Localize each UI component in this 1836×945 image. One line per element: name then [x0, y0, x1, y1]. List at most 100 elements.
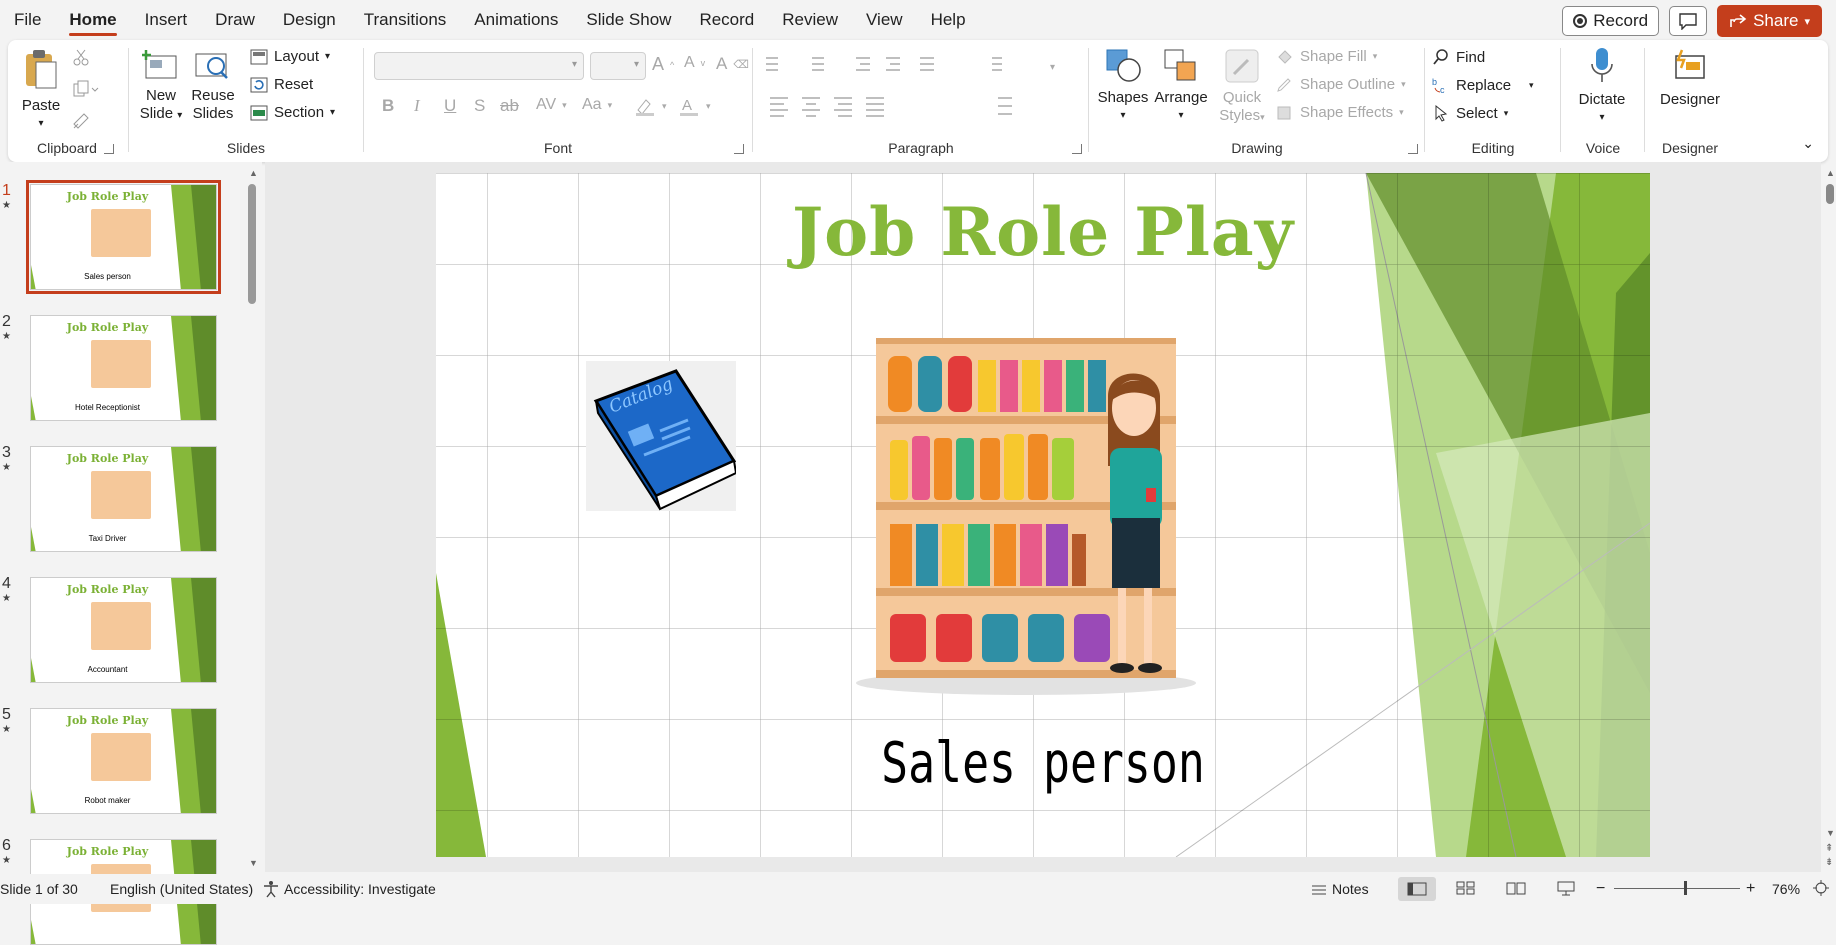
- menu-animations[interactable]: Animations: [460, 0, 572, 40]
- quick-styles-label: Quick: [1222, 89, 1262, 106]
- menu-view[interactable]: View: [852, 0, 917, 40]
- layout-button[interactable]: Layout ▾: [250, 48, 330, 65]
- menu-record[interactable]: Record: [685, 0, 768, 40]
- menu-slide-show[interactable]: Slide Show: [572, 0, 685, 40]
- cut-button[interactable]: [72, 48, 90, 66]
- new-slide-icon: [141, 50, 177, 79]
- notes-icon: [1312, 885, 1326, 895]
- menu-transitions[interactable]: Transitions: [350, 0, 461, 40]
- clear-format-icon[interactable]: A ⌫: [716, 54, 749, 74]
- slide-title[interactable]: Job Role Play: [436, 193, 1650, 271]
- section-button[interactable]: Section ▾: [250, 104, 335, 121]
- reuse-slides-button[interactable]: Reuse Slides: [188, 48, 238, 123]
- decrease-font-icon[interactable]: Av: [684, 54, 705, 72]
- font-launcher-icon[interactable]: [734, 144, 744, 154]
- shop-shelf-image[interactable]: [846, 338, 1206, 698]
- thumbnail-picture: [91, 471, 151, 519]
- previous-slide-icon[interactable]: ⇞: [1825, 843, 1833, 854]
- drawing-launcher-icon[interactable]: [1408, 144, 1418, 154]
- slide-thumbnail[interactable]: Job Role Play Sales person: [26, 180, 221, 294]
- font-size-field[interactable]: ▾: [590, 52, 646, 80]
- zoom-slider-thumb[interactable]: [1684, 881, 1687, 895]
- designer-button[interactable]: Designer: [1654, 46, 1726, 109]
- replace-button[interactable]: b c Replace ▾: [1432, 76, 1534, 95]
- notes-label: Notes: [1332, 881, 1369, 897]
- new-slide-button[interactable]: New Slide ▾: [136, 48, 186, 125]
- shadow-button[interactable]: S: [474, 96, 485, 116]
- strikethrough-button[interactable]: ab: [500, 96, 519, 116]
- copy-button[interactable]: [72, 80, 100, 98]
- reset-icon: [250, 77, 268, 92]
- comment-icon: [1679, 13, 1697, 30]
- find-label: Find: [1456, 48, 1486, 66]
- menu-help[interactable]: Help: [917, 0, 980, 40]
- paste-button[interactable]: Paste ▾: [16, 48, 66, 133]
- accessibility-button[interactable]: Accessibility: Investigate: [262, 880, 436, 898]
- shape-outline-button[interactable]: Shape Outline ▾: [1276, 76, 1406, 93]
- notes-button[interactable]: Notes: [1310, 881, 1369, 897]
- quick-styles-button[interactable]: Quick Styles▾: [1214, 46, 1270, 126]
- zoom-level[interactable]: 76%: [1772, 881, 1800, 897]
- zoom-in-button[interactable]: +: [1746, 880, 1755, 898]
- thumbnail-caption: Sales person: [84, 272, 131, 281]
- underline-button[interactable]: U: [444, 96, 456, 116]
- slide-thumbnail[interactable]: Job Role Play Robot maker: [30, 708, 217, 814]
- menu-insert[interactable]: Insert: [131, 0, 202, 40]
- shapes-button[interactable]: Shapes ▾: [1096, 46, 1150, 125]
- highlight-button[interactable]: ▾: [634, 96, 667, 116]
- next-slide-icon[interactable]: ⇟: [1825, 857, 1833, 868]
- thumbnail-scrollbar[interactable]: ▲ ▼: [247, 168, 258, 868]
- italic-button[interactable]: I: [414, 96, 420, 116]
- slide-subtitle[interactable]: Sales person: [557, 731, 1528, 796]
- paragraph-launcher-icon[interactable]: [1072, 144, 1082, 154]
- thumbnail-pane: 1 ★ Job Role Play Sales person 2 ★ Job Role Pl…: [0, 162, 262, 945]
- collapse-ribbon-icon[interactable]: ⌄: [1802, 135, 1814, 152]
- comments-button[interactable]: [1669, 6, 1708, 36]
- slide-canvas[interactable]: Job Role Play Catalog Sales person: [436, 173, 1650, 857]
- menu-review[interactable]: Review: [768, 0, 852, 40]
- bold-button[interactable]: B: [382, 96, 394, 116]
- slide-scrollbar[interactable]: ▲ ▼ ⇞ ⇟: [1824, 168, 1836, 868]
- thumbnail-title: Job Role Play: [66, 845, 149, 858]
- increase-font-icon[interactable]: A ^: [652, 54, 674, 75]
- normal-view-button[interactable]: [1398, 877, 1436, 901]
- format-painter-button[interactable]: [72, 112, 92, 130]
- clipboard-launcher-icon[interactable]: [104, 144, 114, 154]
- menu-home[interactable]: Home: [55, 0, 130, 40]
- dictate-button[interactable]: Dictate ▾: [1568, 46, 1636, 127]
- menu-file[interactable]: File: [0, 0, 55, 40]
- record-icon: [1573, 14, 1588, 28]
- select-button[interactable]: Select ▾: [1432, 104, 1508, 122]
- arrange-button[interactable]: Arrange ▾: [1152, 46, 1210, 125]
- fit-slide-button[interactable]: [1812, 879, 1830, 900]
- zoom-slider[interactable]: [1614, 881, 1740, 895]
- menu-design[interactable]: Design: [269, 0, 350, 40]
- separator: [1560, 48, 1561, 152]
- shape-outline-label: Shape Outline: [1300, 76, 1396, 93]
- slide-sorter-button[interactable]: [1456, 881, 1476, 898]
- language-indicator[interactable]: English (United States): [110, 881, 253, 897]
- voice-label: Voice: [1585, 140, 1621, 156]
- slide-thumbnail[interactable]: Job Role Play Accountant: [30, 577, 217, 683]
- find-button[interactable]: Find: [1432, 48, 1485, 66]
- replace-icon: bc: [1432, 77, 1445, 94]
- slide-thumbnail[interactable]: Job Role Play Hotel Receptionist: [30, 315, 217, 421]
- font-name-field[interactable]: ▾: [374, 52, 584, 80]
- separator: [1424, 48, 1425, 152]
- zoom-out-button[interactable]: −: [1596, 880, 1605, 898]
- change-case-button[interactable]: Aa ▾: [582, 96, 612, 114]
- shape-fill-button[interactable]: Shape Fill ▾: [1276, 48, 1377, 65]
- record-button[interactable]: Record: [1562, 6, 1660, 36]
- slide-thumbnail[interactable]: Job Role Play Taxi Driver: [30, 446, 217, 552]
- slideshow-button[interactable]: [1556, 880, 1576, 899]
- menu-draw[interactable]: Draw: [201, 0, 269, 40]
- share-button[interactable]: Share ▾: [1717, 5, 1822, 37]
- char-spacing-button[interactable]: AV ▾: [536, 96, 567, 114]
- shape-effects-button[interactable]: Shape Effects ▾: [1276, 104, 1404, 121]
- font-color-button[interactable]: A ▾: [678, 96, 711, 116]
- reading-view-button[interactable]: [1506, 881, 1526, 898]
- new-slide-label-2: Slide: [139, 105, 174, 122]
- reset-button[interactable]: Reset: [250, 76, 313, 93]
- group-paragraph: ▾ Paragraph: [756, 40, 1086, 162]
- catalog-book-image[interactable]: Catalog: [586, 361, 736, 511]
